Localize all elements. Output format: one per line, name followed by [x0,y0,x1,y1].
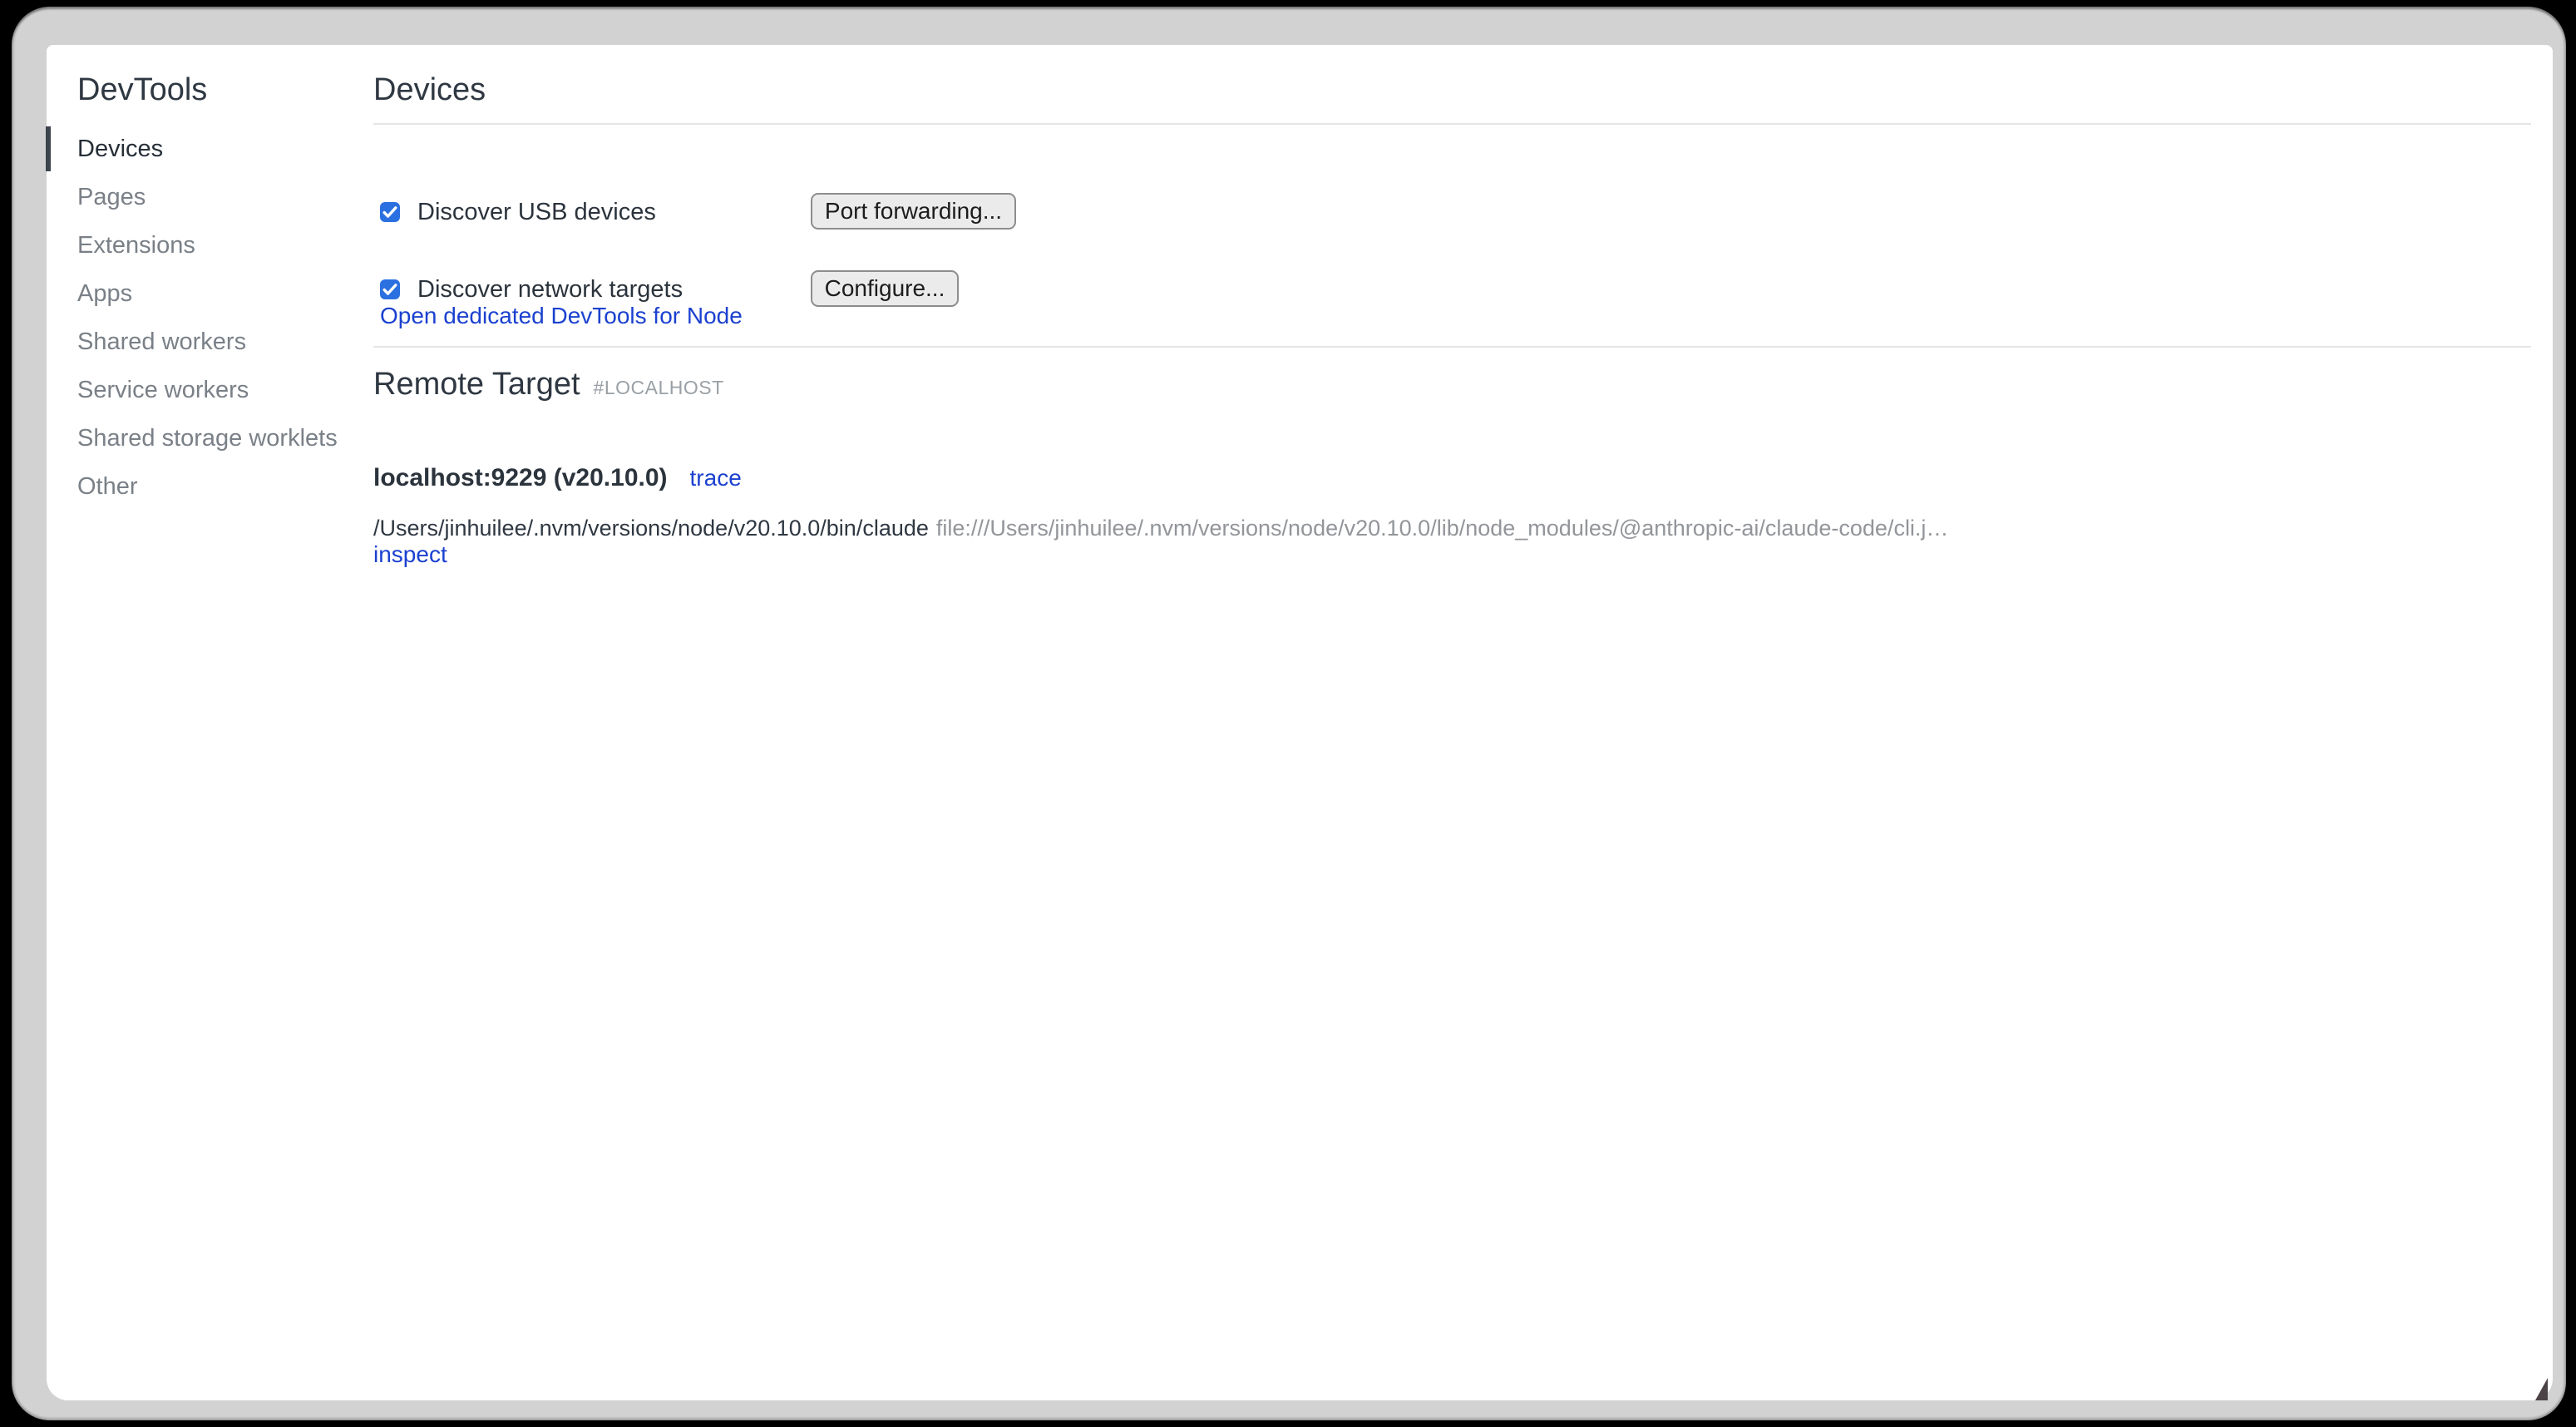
process-path: /Users/jinhuilee/.nvm/versions/node/v20.… [373,516,929,541]
target-name: localhost:9229 (v20.10.0) [373,464,668,492]
page-title: Devices [373,72,486,108]
section-separator [373,346,2531,348]
sidebar-item-shared-workers[interactable]: Shared workers [47,318,375,366]
sidebar-item-extensions[interactable]: Extensions [47,221,375,269]
sidebar-item-devices[interactable]: Devices [47,125,375,173]
remote-target-heading: Remote Target [373,366,580,402]
discover-usb-checkbox[interactable] [380,202,400,222]
sidebar-item-service-workers[interactable]: Service workers [47,366,375,414]
remote-target-header: Remote Target #LOCALHOST [373,366,724,402]
checkmark-icon [380,202,400,222]
app-window-frame: DevTools Devices Pages Extensions Apps S… [12,7,2566,1420]
sidebar-item-apps[interactable]: Apps [47,269,375,318]
target-path-line: /Users/jinhuilee/.nvm/versions/node/v20.… [373,516,1948,541]
configure-button[interactable]: Configure... [811,270,959,307]
open-node-devtools-link[interactable]: Open dedicated DevTools for Node [380,301,743,331]
sidebar-item-other[interactable]: Other [47,462,375,511]
discover-usb-label: Discover USB devices [417,199,656,226]
devtools-title: DevTools [77,72,207,108]
target-detail: /Users/jinhuilee/.nvm/versions/node/v20.… [373,516,1948,568]
discover-usb-row: Discover USB devices [380,193,656,231]
sidebar-item-pages[interactable]: Pages [47,173,375,221]
discover-network-checkbox[interactable] [380,279,400,299]
inspect-page: DevTools Devices Pages Extensions Apps S… [47,45,2553,1400]
target-url: file:///Users/jinhuilee/.nvm/versions/no… [936,516,1949,541]
localhost-scope-tag: #LOCALHOST [594,377,724,399]
resize-cursor-artifact [2535,1378,2548,1400]
sidebar-nav: Devices Pages Extensions Apps Shared wor… [47,125,375,511]
port-forwarding-button[interactable]: Port forwarding... [811,193,1016,230]
checkmark-icon [380,279,400,299]
sidebar-item-shared-storage-worklets[interactable]: Shared storage worklets [47,414,375,462]
inspect-link[interactable]: inspect [373,541,447,567]
remote-target-row: localhost:9229 (v20.10.0) trace [373,464,742,492]
discover-network-label: Discover network targets [417,276,683,304]
header-separator [373,123,2531,125]
trace-link[interactable]: trace [690,465,742,491]
